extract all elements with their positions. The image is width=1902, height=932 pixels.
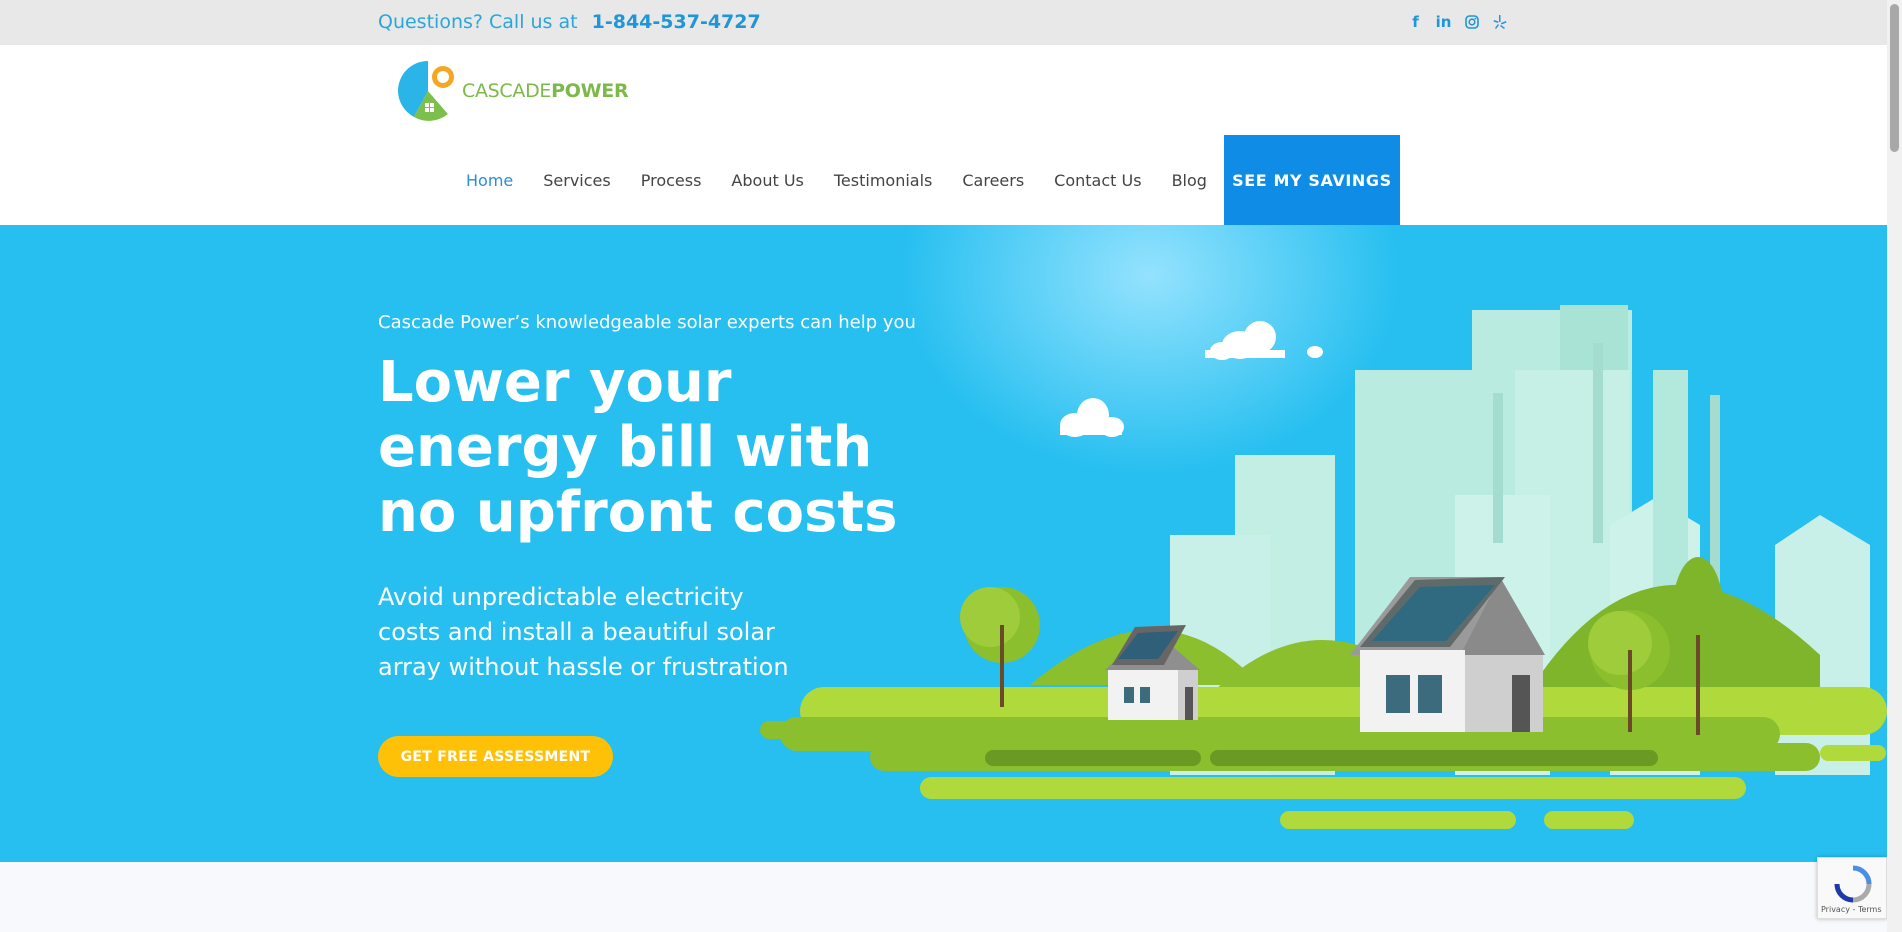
phone-link[interactable]: 1-844-537-4727 <box>592 11 761 33</box>
recaptcha-terms[interactable]: Privacy - Terms <box>1821 905 1882 914</box>
yelp-icon[interactable] <box>1491 12 1508 32</box>
nav-blog[interactable]: Blog <box>1157 135 1222 225</box>
nav-about-us[interactable]: About Us <box>716 135 818 225</box>
nav-home[interactable]: Home <box>451 135 528 225</box>
next-section <box>0 862 1887 932</box>
solar-city-illustration <box>760 305 1887 829</box>
hero-section: Cascade Power’s knowledgeable solar expe… <box>0 225 1887 862</box>
main-nav: Home Services Process About Us Testimoni… <box>451 135 1400 225</box>
logo-mark-icon <box>398 61 459 121</box>
cloud-icon <box>1060 321 1323 437</box>
contact-question-text: Questions? Call us at <box>378 11 578 33</box>
scrollbar-thumb[interactable] <box>1890 4 1899 152</box>
site-header: CASCADEPOWER Home Services Process About… <box>0 45 1887 225</box>
nav-contact-us[interactable]: Contact Us <box>1039 135 1156 225</box>
hero-description: Avoid unpredictable electricity costs an… <box>378 580 808 685</box>
instagram-icon[interactable] <box>1463 12 1480 32</box>
top-bar: Questions? Call us at 1-844-537-4727 f i… <box>0 0 1887 45</box>
hero-title-line: Lower your <box>378 350 732 415</box>
logo-wordmark: CASCADEPOWER <box>462 80 629 102</box>
nav-services[interactable]: Services <box>528 135 625 225</box>
page-scrollbar[interactable] <box>1887 0 1902 932</box>
nav-process[interactable]: Process <box>626 135 717 225</box>
hero-desc-line: Avoid unpredictable electricity <box>378 583 744 611</box>
recaptcha-badge[interactable]: Privacy - Terms <box>1817 857 1887 919</box>
logo[interactable]: CASCADEPOWER <box>396 59 629 123</box>
hero-desc-line: costs and install a beautiful solar <box>378 618 775 646</box>
contact-question: Questions? Call us at 1-844-537-4727 <box>378 11 761 33</box>
facebook-icon[interactable]: f <box>1407 12 1424 32</box>
linkedin-icon[interactable]: in <box>1435 12 1452 32</box>
recaptcha-icon <box>1834 865 1872 903</box>
get-free-assessment-button[interactable]: GET FREE ASSESSMENT <box>378 736 613 777</box>
nav-careers[interactable]: Careers <box>947 135 1039 225</box>
social-links: f in <box>1407 12 1508 32</box>
see-my-savings-button[interactable]: SEE MY SAVINGS <box>1223 135 1400 225</box>
hero-desc-line: array without hassle or frustration <box>378 653 789 681</box>
logo-text-power: POWER <box>551 80 629 102</box>
nav-testimonials[interactable]: Testimonials <box>819 135 948 225</box>
logo-text-cascade: CASCADE <box>462 80 552 102</box>
